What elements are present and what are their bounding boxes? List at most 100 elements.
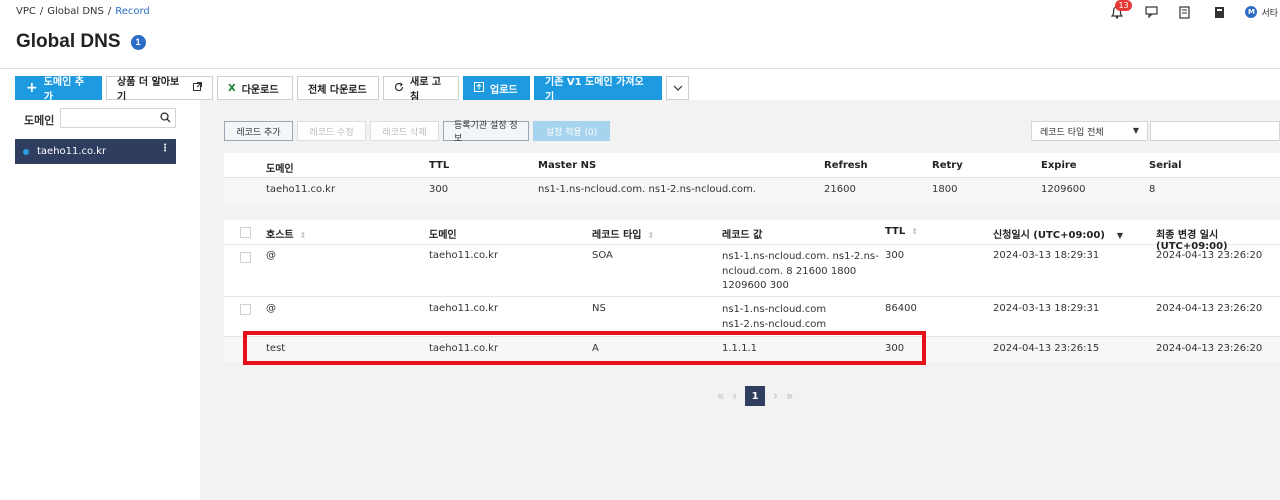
last-page-icon[interactable]: »	[786, 389, 793, 403]
col-host[interactable]: 호스트 ⇕	[266, 226, 306, 241]
add-record-button[interactable]: 레코드 추가	[224, 121, 293, 141]
delete-record-button[interactable]: 레코드 삭제	[370, 121, 439, 141]
breadcrumb-vpc[interactable]: VPC	[16, 6, 36, 17]
external-link-icon	[193, 82, 202, 94]
col-created-label: 신청일시 (UTC+09:00)	[993, 230, 1105, 241]
breadcrumb-global-dns[interactable]: Global DNS	[47, 6, 104, 17]
cell-modified: 2024-04-13 23:26:20	[1156, 303, 1263, 314]
records-table-header: 호스트 ⇕ 도메인 레코드 타입 ⇕ 레코드 값 TTL ⇕ 신청일시 (UTC+09…	[224, 220, 1280, 252]
record-filter-input[interactable]	[1150, 121, 1280, 141]
avatar: M	[1245, 6, 1258, 18]
breadcrumb-sep: /	[107, 6, 112, 17]
page-title: Global DNS 1	[16, 31, 146, 53]
value-line: ns1-2.ns-ncloud.com	[722, 318, 827, 330]
download-label: 다운로드	[241, 84, 279, 96]
record-panel: 레코드 추가 레코드 수정 레코드 삭제 등록기관 설정 정보 설정 적용 (0…	[200, 100, 1280, 500]
import-v1-button[interactable]: 기존 V1 도메인 가져오기	[534, 76, 662, 103]
sort-icon: ⇕	[299, 231, 307, 240]
domain-label: 도메인	[24, 114, 55, 127]
first-page-icon[interactable]: «	[717, 389, 724, 403]
table-row[interactable]: @ taeho11.co.kr SOA ns1-1.ns-ncloud.com.…	[224, 245, 1280, 297]
domain-search-input[interactable]	[60, 108, 176, 128]
upload-icon	[474, 81, 484, 95]
plus-icon: +	[26, 80, 38, 96]
chevron-down-icon	[673, 83, 683, 94]
notification-badge: 13	[1115, 0, 1132, 11]
domain-name: taeho11.co.kr	[37, 146, 107, 157]
col-retry: Retry	[932, 160, 963, 171]
apply-settings-button[interactable]: 설정 적용 (0)	[533, 121, 610, 141]
col-refresh: Refresh	[824, 160, 868, 171]
record-type-select-value: 레코드 타입 전체	[1040, 127, 1104, 138]
cell-host: @	[266, 303, 276, 314]
col-serial: Serial	[1149, 160, 1182, 171]
add-domain-label: 도메인 추가	[43, 77, 85, 103]
row-checkbox[interactable]	[240, 252, 251, 263]
book-icon[interactable]	[1211, 4, 1227, 20]
cell-value: ns1-1.ns-ncloud.com. ns1-2.ns- ncloud.co…	[722, 250, 879, 294]
domain-list-item[interactable]: taeho11.co.kr ⋮	[15, 139, 176, 164]
edit-record-button[interactable]: 레코드 수정	[297, 121, 366, 141]
kebab-menu-icon[interactable]: ⋮	[160, 143, 170, 154]
cell-serial: 8	[1149, 184, 1156, 195]
row-checkbox[interactable]	[240, 304, 251, 315]
breadcrumb-record: Record	[115, 6, 150, 17]
value-line: 1209600 300	[722, 280, 789, 291]
record-type-select[interactable]: 레코드 타입 전체 ▼	[1031, 121, 1148, 141]
cell-domain: taeho11.co.kr	[429, 250, 499, 261]
learn-more-button[interactable]: 상품 더 알아보기	[106, 76, 213, 103]
more-dropdown-button[interactable]	[666, 76, 689, 100]
bell-icon[interactable]: 13	[1109, 0, 1132, 20]
cell-host: @	[266, 250, 276, 261]
info-icon[interactable]: 1	[130, 34, 146, 50]
col-created[interactable]: 신청일시 (UTC+09:00) ▼	[993, 226, 1123, 241]
col-ttl-label: TTL	[885, 226, 906, 237]
download-all-button[interactable]: 전체 다운로드	[297, 76, 379, 100]
col-record-type[interactable]: 레코드 타입 ⇕	[592, 226, 654, 241]
cell-retry: 1800	[932, 184, 958, 195]
col-domain: 도메인	[429, 230, 457, 241]
main-toolbar: + 도메인 추가 상품 더 알아보기 X 다운로드 전체 다운로드 새로 고침 …	[15, 76, 689, 103]
page-title-text: Global DNS	[16, 31, 121, 52]
registrar-info-button[interactable]: 등록기관 설정 정보	[443, 121, 529, 144]
next-page-icon[interactable]: ›	[773, 389, 778, 403]
refresh-button[interactable]: 새로 고침	[383, 76, 459, 103]
value-line: ncloud.com. 8 21600 1800	[722, 265, 857, 277]
download-button[interactable]: X 다운로드	[217, 76, 293, 100]
cell-value: ns1-1.ns-ncloud.com ns1-2.ns-ncloud.com	[722, 303, 826, 332]
refresh-label: 새로 고침	[410, 77, 442, 103]
col-domain: 도메인	[266, 164, 294, 175]
top-icons: 13 M 서타	[1109, 0, 1280, 22]
add-domain-button[interactable]: + 도메인 추가	[15, 76, 102, 103]
value-line: ns1-1.ns-ncloud.com. ns1-2.ns-	[722, 251, 879, 262]
cell-modified: 2024-04-13 23:26:20	[1156, 343, 1263, 354]
select-all-checkbox[interactable]	[240, 227, 251, 238]
soa-table-header: 도메인 TTL Master NS Refresh Retry Expire S…	[224, 153, 1280, 178]
page-button-current[interactable]: 1	[745, 386, 766, 406]
learn-more-label: 상품 더 알아보기	[117, 77, 180, 103]
upload-label: 업로드	[490, 84, 518, 96]
cell-ttl: 300	[885, 250, 905, 261]
cell-master-ns: ns1-1.ns-ncloud.com. ns1-2.ns-ncloud.com…	[538, 184, 756, 195]
sort-icon: ⇕	[647, 231, 655, 240]
edit-note-icon[interactable]	[1177, 4, 1193, 20]
cell-expire: 1209600	[1041, 184, 1086, 195]
download-all-label: 전체 다운로드	[308, 84, 367, 96]
cell-modified: 2024-04-13 23:26:20	[1156, 250, 1263, 261]
cell-created: 2024-03-13 18:29:31	[993, 303, 1100, 314]
col-record-value: 레코드 값	[722, 230, 763, 241]
chat-icon[interactable]	[1143, 4, 1159, 20]
table-row: taeho11.co.kr 300 ns1-1.ns-ncloud.com. n…	[224, 178, 1280, 203]
cell-ttl: 300	[429, 184, 449, 195]
search-icon[interactable]	[160, 112, 171, 126]
cell-type: SOA	[592, 250, 613, 261]
highlight-annotation	[243, 331, 926, 365]
cell-created: 2024-03-13 18:29:31	[993, 250, 1100, 261]
cell-domain: taeho11.co.kr	[266, 184, 336, 195]
upload-button[interactable]: 업로드	[463, 76, 530, 100]
caret-down-icon: ▼	[1132, 126, 1139, 135]
col-ttl: TTL	[429, 160, 450, 171]
user-menu[interactable]: M 서타	[1245, 6, 1280, 19]
col-ttl[interactable]: TTL ⇕	[885, 226, 918, 237]
prev-page-icon[interactable]: ‹	[732, 389, 737, 403]
